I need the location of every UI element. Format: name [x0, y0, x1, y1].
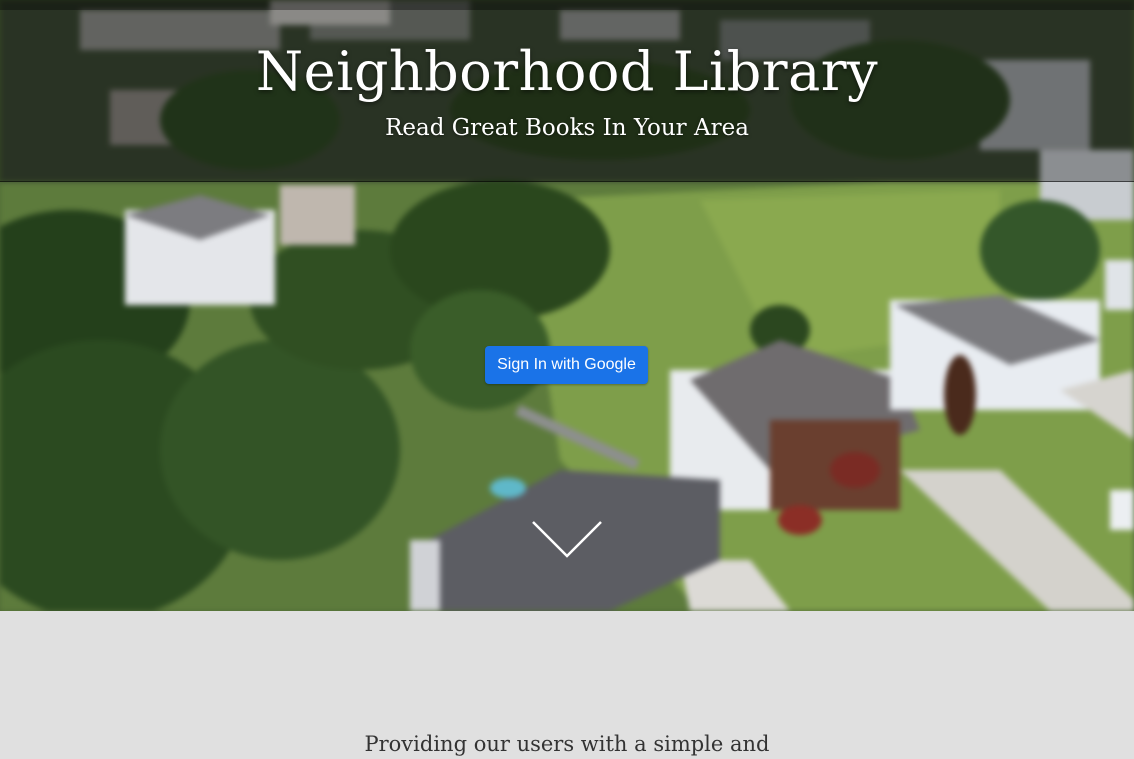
- sign-in-with-google-button[interactable]: Sign In with Google: [485, 346, 648, 384]
- page-title: Neighborhood Library: [255, 40, 879, 103]
- intro-section: Providing our users with a simple and: [0, 611, 1134, 756]
- intro-text: Providing our users with a simple and: [364, 732, 770, 756]
- chevron-down-icon[interactable]: [531, 520, 603, 562]
- hero-section: Neighborhood Library Read Great Books In…: [0, 0, 1134, 611]
- page-subtitle: Read Great Books In Your Area: [385, 115, 749, 141]
